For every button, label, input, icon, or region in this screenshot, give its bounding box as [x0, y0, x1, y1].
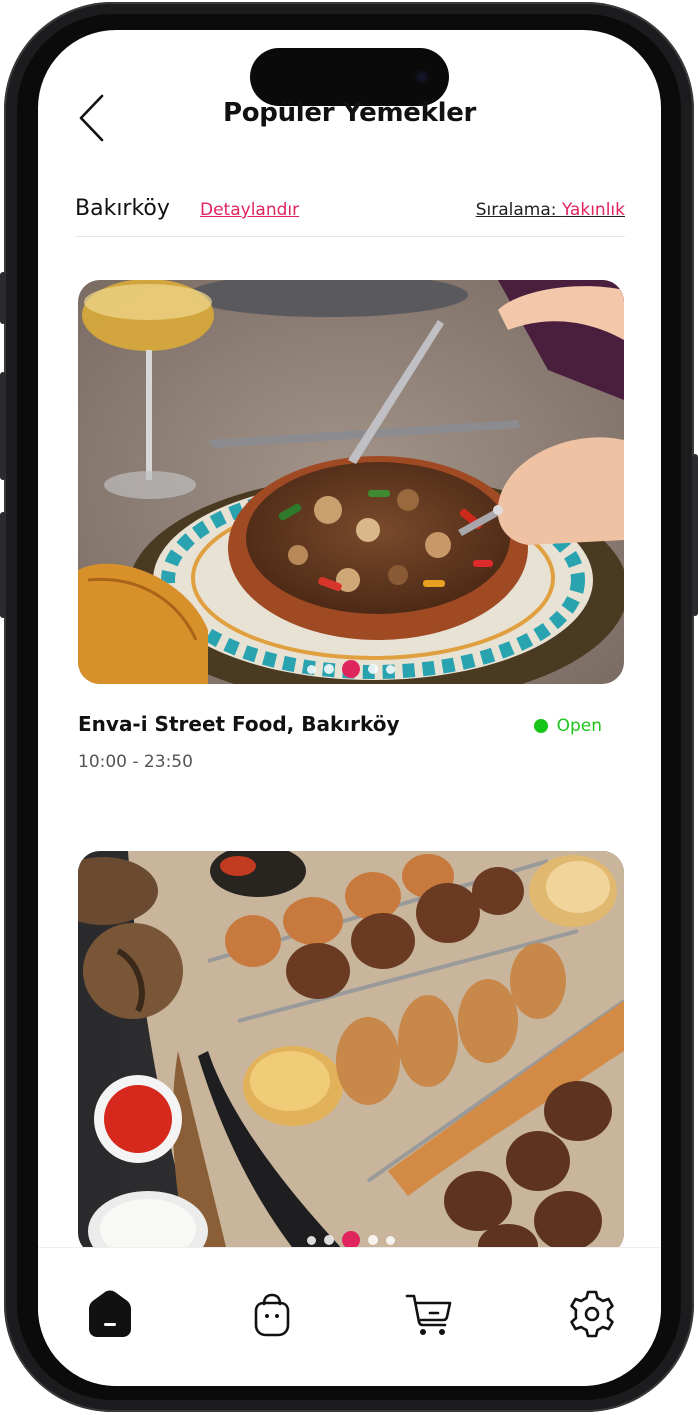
- page-title: Popüler Yemekler: [222, 98, 477, 128]
- tab-home[interactable]: [82, 1286, 138, 1342]
- carousel-dot[interactable]: [324, 664, 334, 674]
- carousel-dot[interactable]: [324, 1235, 334, 1245]
- filter-bar: Bakırköy Detaylandır Sıralama: Yakınlık: [75, 196, 625, 237]
- opening-hours: 10:00 - 23:50: [78, 752, 193, 772]
- carousel-dot[interactable]: [386, 664, 395, 674]
- restaurant-photo[interactable]: [78, 851, 624, 1255]
- restaurant-card[interactable]: [78, 851, 624, 1255]
- status-badge: Open: [533, 716, 602, 736]
- tab-settings[interactable]: [564, 1286, 620, 1342]
- mixed-grill-kebab-platter-photo: [78, 851, 624, 1255]
- status-text: Open: [556, 716, 602, 736]
- restaurant-card[interactable]: Enva-i Street Food, Bakırköy 10:00 - 23:…: [78, 280, 624, 772]
- restaurant-name: Enva-i Street Food, Bakırköy: [78, 712, 400, 736]
- volume-down-button: [0, 512, 6, 618]
- clay-pot-meat-stew-photo: [78, 280, 624, 684]
- app-screen: Popüler Yemekler Bakırköy Detaylandır Sı…: [38, 30, 661, 1386]
- carousel-dot[interactable]: [307, 1235, 316, 1245]
- settings-icon: [570, 1290, 614, 1338]
- power-button: [692, 454, 698, 616]
- sort-value: Yakınlık: [561, 200, 625, 220]
- mute-switch: [0, 272, 6, 324]
- carousel-dot-active[interactable]: [342, 660, 360, 678]
- carousel-indicator[interactable]: [78, 660, 624, 678]
- carousel-dot[interactable]: [307, 664, 316, 674]
- home-icon: [89, 1290, 131, 1337]
- detail-link[interactable]: Detaylandır: [200, 200, 299, 220]
- carousel-dot[interactable]: [368, 664, 378, 674]
- tab-cart[interactable]: [402, 1286, 458, 1342]
- tab-bag[interactable]: [244, 1286, 300, 1342]
- bottom-tab-bar: [38, 1247, 661, 1386]
- cart-icon: [405, 1294, 452, 1335]
- volume-up-button: [0, 372, 6, 480]
- carousel-dot[interactable]: [368, 1235, 378, 1245]
- sort-label: Sıralama:: [475, 200, 557, 220]
- bag-icon: [254, 1293, 290, 1337]
- carousel-dot[interactable]: [386, 1235, 395, 1245]
- status-dot-icon: [533, 719, 548, 733]
- front-camera: [415, 70, 429, 84]
- restaurant-photo[interactable]: [78, 280, 624, 684]
- location-name: Bakırköy: [75, 196, 170, 221]
- sort-button[interactable]: Sıralama: Yakınlık: [476, 200, 625, 220]
